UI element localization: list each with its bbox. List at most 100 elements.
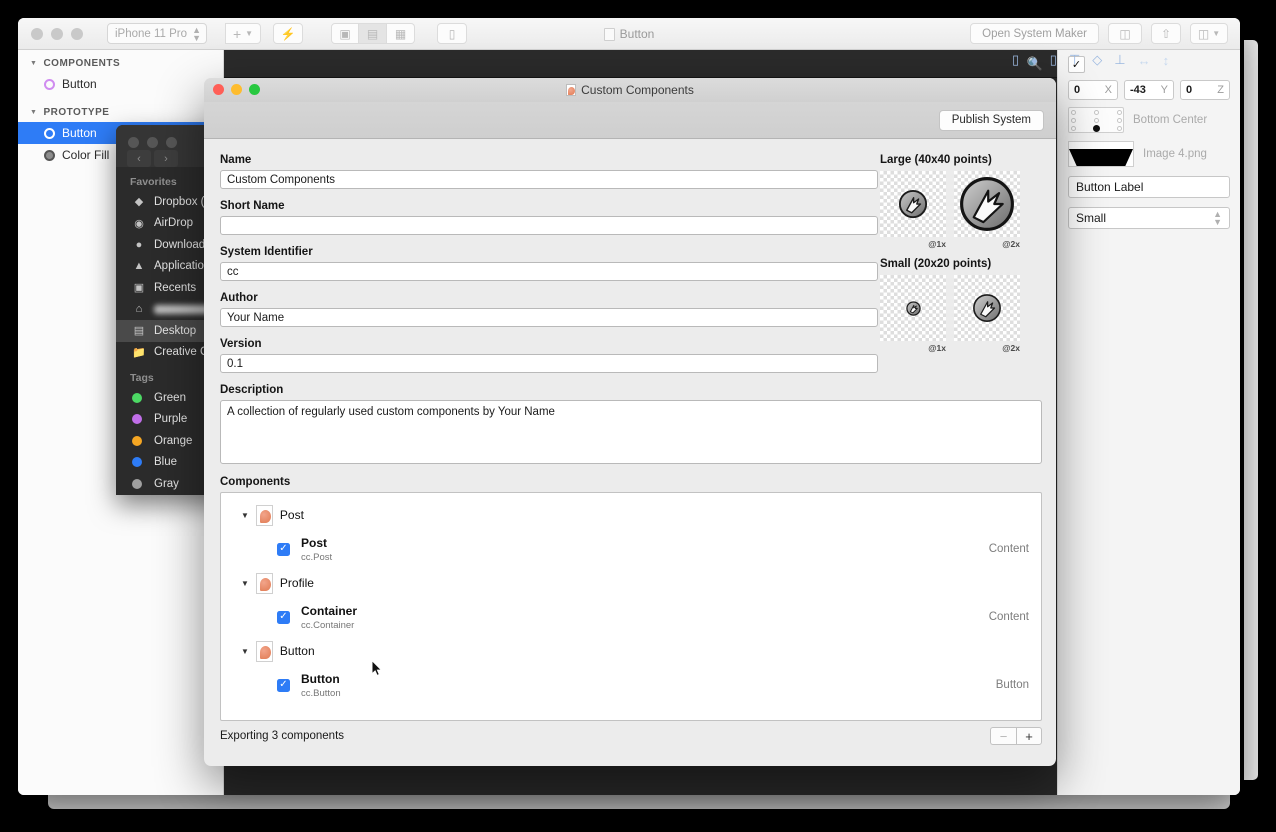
author-input[interactable]: Your Name — [220, 308, 878, 327]
sidebar-group-components[interactable]: ▼ COMPONENTS — [18, 50, 223, 73]
anchor-middle-left[interactable] — [1071, 118, 1076, 123]
add-menu-group[interactable]: + ▼ — [225, 23, 261, 44]
image-thumbnail[interactable] — [1068, 141, 1134, 167]
include-checkbox[interactable]: ✓ — [277, 678, 290, 692]
align-center-horizontal-icon[interactable]: ♦ — [1031, 53, 1038, 68]
dialog-titlebar: Custom Components — [204, 78, 1056, 102]
dialog-close-button[interactable] — [213, 84, 224, 95]
dialog-traffic-lights[interactable] — [213, 84, 260, 95]
add-button[interactable]: + ▼ — [225, 23, 261, 44]
chevron-down-icon[interactable]: ▼ — [241, 647, 249, 656]
dialog-maximize-button[interactable] — [249, 84, 260, 95]
component-group-profile[interactable]: ▼ Profile — [221, 569, 1041, 597]
component-group-post[interactable]: ▼ Post — [221, 501, 1041, 529]
device-select-value: iPhone 11 Pro — [115, 27, 188, 40]
layout-center-button[interactable]: ▤ — [359, 23, 387, 44]
name-input[interactable]: Custom Components — [220, 170, 878, 189]
finder-maximize-button[interactable] — [166, 137, 177, 148]
finder-minimize-button[interactable] — [147, 137, 158, 148]
distribute-horizontal-icon[interactable]: ↔ — [1138, 53, 1151, 68]
lightning-button[interactable]: ⚡ — [273, 23, 303, 44]
layout-left-button[interactable]: ▣ — [331, 23, 359, 44]
include-checkbox[interactable]: ✓ — [277, 610, 290, 624]
align-middle-vertical-icon[interactable]: ◇ — [1092, 52, 1102, 68]
anchor-middle-center[interactable] — [1094, 118, 1099, 123]
chevron-down-icon[interactable]: ▼ — [241, 511, 249, 520]
remove-component-button[interactable]: − — [990, 727, 1016, 745]
icon-preview-box[interactable] — [954, 171, 1020, 237]
share-button[interactable]: ⇧ — [1151, 23, 1181, 44]
back-button[interactable]: ‹ — [127, 150, 151, 167]
align-right-icon[interactable]: ▯ — [1050, 52, 1057, 68]
sidebar-item-component-button[interactable]: Button — [18, 73, 223, 95]
chevron-down-icon[interactable]: ▼ — [241, 579, 249, 588]
icon-preview-box[interactable] — [880, 275, 946, 341]
description-textarea[interactable]: A collection of regularly used custom co… — [220, 400, 1042, 464]
component-group-button[interactable]: ▼ Button — [221, 637, 1041, 665]
panels-button[interactable]: ◫ ▼ — [1190, 23, 1228, 44]
y-field[interactable]: -43 Y — [1124, 80, 1174, 100]
table-row[interactable]: ✓ Post cc.Post Content — [221, 529, 1041, 569]
chevron-left-icon: ‹ — [137, 152, 141, 165]
short-name-input[interactable] — [220, 216, 878, 235]
align-bottom-icon[interactable]: ⊥ — [1114, 52, 1125, 68]
dialog-footer: Exporting 3 components − + — [220, 727, 1042, 745]
component-name: Button — [301, 672, 340, 687]
layout-split-button[interactable]: ▦ — [387, 23, 415, 44]
icon-preview-box[interactable] — [880, 171, 946, 237]
icon-previews: Large (40x40 points) @1x @2x Small (20x2… — [880, 154, 1040, 353]
small-2x-caption: @2x — [1002, 343, 1020, 353]
chevron-down-icon: ▼ — [1212, 29, 1221, 38]
align-toolbar[interactable]: ▯ ♦ ▯ ⊤ ◇ ⊥ ↔ ↕ — [1012, 52, 1169, 68]
close-button[interactable] — [31, 27, 43, 40]
screen: iPhone 11 Pro ▲ ▼ + ▼ ⚡ ▣ ▤ ▦ ▯ Button O… — [0, 0, 1276, 832]
anchor-picker[interactable] — [1068, 107, 1124, 133]
maximize-button[interactable] — [71, 27, 83, 40]
tag-dot-icon — [132, 392, 146, 403]
button-label-field[interactable]: Button Label — [1068, 176, 1230, 198]
z-field[interactable]: 0 Z — [1180, 80, 1230, 100]
table-row[interactable]: ✓ Button cc.Button Button — [221, 665, 1041, 705]
anchor-bottom-left[interactable] — [1071, 126, 1076, 131]
canvas-search-bar[interactable]: 🔍 — [224, 50, 1057, 78]
anchor-top-right[interactable] — [1117, 110, 1122, 115]
document-icon — [255, 572, 273, 594]
distribute-vertical-icon[interactable]: ↕ — [1163, 53, 1170, 68]
description-value: A collection of regularly used custom co… — [227, 406, 555, 418]
anchor-middle-right[interactable] — [1117, 118, 1122, 123]
add-component-button[interactable]: + — [1016, 727, 1042, 745]
version-input-value: 0.1 — [227, 357, 243, 370]
open-system-maker-button[interactable]: Open System Maker — [970, 23, 1099, 44]
anchor-bottom-right[interactable] — [1117, 126, 1122, 131]
forward-button[interactable]: › — [154, 150, 178, 167]
align-top-icon[interactable]: ⊤ — [1069, 52, 1080, 68]
publish-system-button[interactable]: Publish System — [938, 109, 1044, 131]
window-traffic-lights[interactable] — [18, 27, 83, 40]
preview-button[interactable]: ◫ — [1108, 23, 1142, 44]
size-select[interactable]: Small ▲ ▼ — [1068, 207, 1230, 229]
layout-mode-group[interactable]: ▣ ▤ ▦ — [331, 23, 415, 44]
include-checkbox[interactable]: ✓ — [277, 542, 290, 556]
finder-close-button[interactable] — [128, 137, 139, 148]
panels-icon: ◫ — [1197, 26, 1210, 41]
component-badge-icon — [603, 27, 615, 41]
device-preview-button[interactable]: ▯ — [437, 23, 467, 44]
add-remove-group[interactable]: − + — [990, 727, 1042, 745]
anchor-bottom-center[interactable] — [1093, 125, 1100, 132]
lightning-bolt-icon: ⚡ — [280, 26, 296, 41]
table-row[interactable]: ✓ Container cc.Container Content — [221, 597, 1041, 637]
x-field[interactable]: 0 X — [1068, 80, 1118, 100]
dialog-minimize-button[interactable] — [231, 84, 242, 95]
device-select[interactable]: iPhone 11 Pro ▲ ▼ — [107, 23, 207, 44]
icon-preview-box[interactable] — [954, 275, 1020, 341]
minimize-button[interactable] — [51, 27, 63, 40]
small-1x-caption: @1x — [928, 343, 946, 353]
align-left-icon[interactable]: ▯ — [1012, 52, 1019, 68]
anchor-top-left[interactable] — [1071, 110, 1076, 115]
tag-dot-icon — [132, 414, 146, 425]
system-identifier-input[interactable]: cc — [220, 262, 878, 281]
anchor-top-center[interactable] — [1094, 110, 1099, 115]
version-input[interactable]: 0.1 — [220, 354, 878, 373]
sidebar-group-prototype[interactable]: ▼ PROTOTYPE — [18, 99, 223, 122]
components-list[interactable]: ▼ Post ✓ Post cc.Post Content ▼ Profile — [220, 492, 1042, 721]
